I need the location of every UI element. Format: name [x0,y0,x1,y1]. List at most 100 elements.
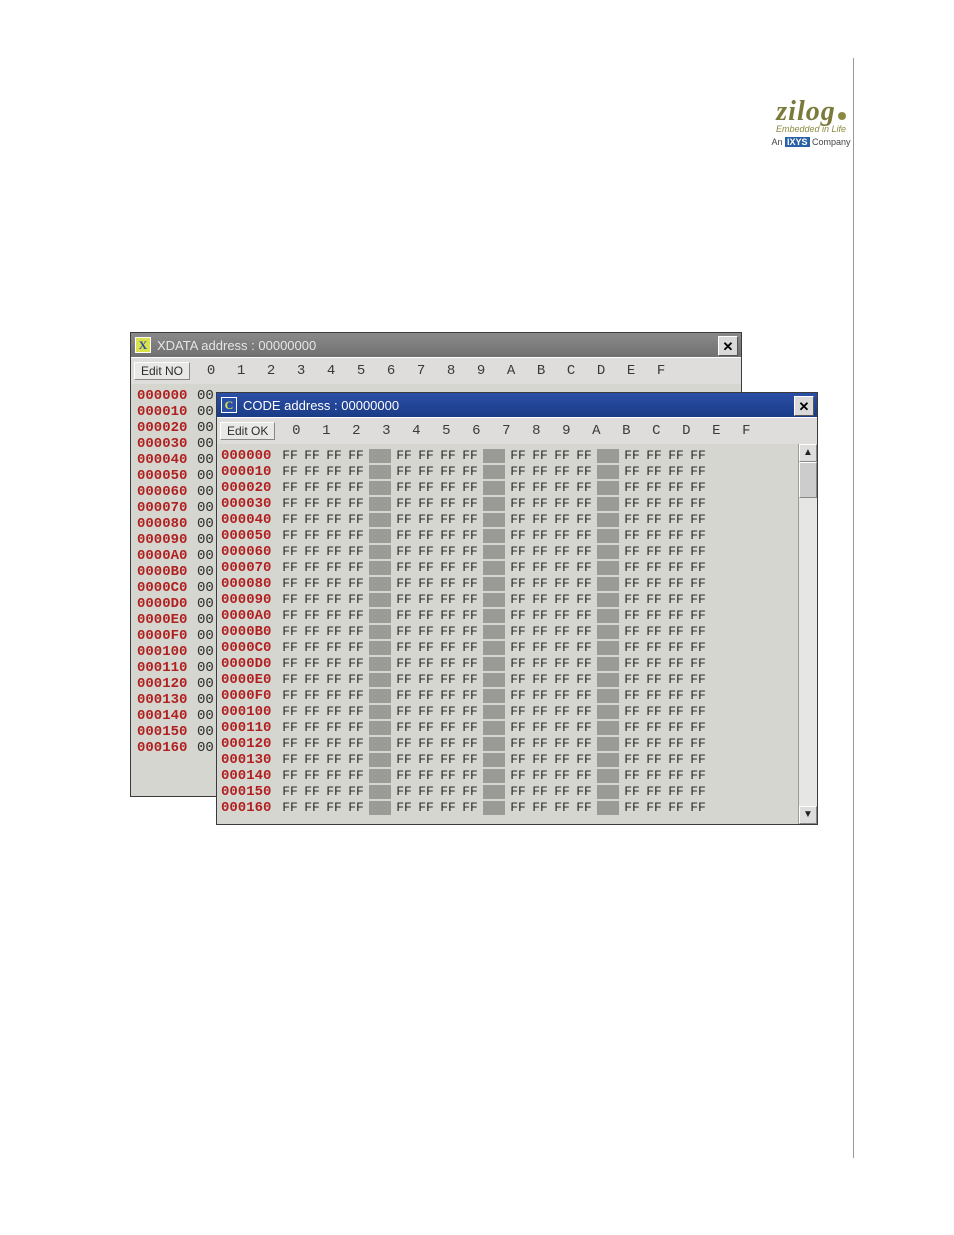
code-byte: FF [279,625,301,639]
group-separator [369,545,391,559]
code-row[interactable]: 000060FFFFFFFFFFFFFFFFFFFFFFFFFFFFFFFF [221,544,817,560]
code-byte: FF [529,753,551,767]
code-byte: FF [643,545,665,559]
code-byte: FF [529,609,551,623]
xdata-edit-button[interactable]: Edit NO [134,362,190,380]
code-row[interactable]: 0000F0FFFFFFFFFFFFFFFFFFFFFFFFFFFFFFFF [221,688,817,704]
group-separator [597,785,619,799]
code-byte: FF [437,737,459,751]
code-byte: FF [345,609,367,623]
code-row[interactable]: 000050FFFFFFFFFFFFFFFFFFFFFFFFFFFFFFFF [221,528,817,544]
code-row[interactable]: 0000A0FFFFFFFFFFFFFFFFFFFFFFFFFFFFFFFF [221,608,817,624]
code-byte: FF [393,593,415,607]
code-row[interactable]: 0000B0FFFFFFFFFFFFFFFFFFFFFFFFFFFFFFFF [221,624,817,640]
code-byte: FF [507,481,529,495]
group-separator [369,641,391,655]
group-separator [483,513,505,527]
code-row[interactable]: 000080FFFFFFFFFFFFFFFFFFFFFFFFFFFFFFFF [221,576,817,592]
code-row[interactable]: 000130FFFFFFFFFFFFFFFFFFFFFFFFFFFFFFFF [221,752,817,768]
code-byte: FF [621,465,643,479]
code-row[interactable]: 000090FFFFFFFFFFFFFFFFFFFFFFFFFFFFFFFF [221,592,817,608]
code-row[interactable]: 000160FFFFFFFFFFFFFFFFFFFFFFFFFFFFFFFF [221,800,817,816]
group-separator [597,769,619,783]
code-byte: FF [687,801,709,815]
code-byte: FF [643,785,665,799]
code-byte: FF [301,689,323,703]
code-byte: FF [551,529,573,543]
code-address: 0000B0 [221,625,279,639]
code-titlebar[interactable]: C CODE address : 00000000 ✕ [217,393,817,417]
code-row[interactable]: 000010FFFFFFFFFFFFFFFFFFFFFFFFFFFFFFFF [221,464,817,480]
code-scrollbar[interactable]: ▲ ▼ [798,444,817,824]
code-byte: FF [621,449,643,463]
code-byte: FF [687,449,709,463]
code-byte: FF [507,561,529,575]
xdata-titlebar[interactable]: X XDATA address : 00000000 ✕ [131,333,741,357]
code-byte: FF [459,545,481,559]
code-row[interactable]: 000030FFFFFFFFFFFFFFFFFFFFFFFFFFFFFFFF [221,496,817,512]
code-byte: FF [323,657,345,671]
code-close-button[interactable]: ✕ [794,396,814,416]
group-separator [369,721,391,735]
code-byte: FF [551,449,573,463]
code-byte: FF [621,609,643,623]
brand-subline: An IXYS Company [766,137,856,148]
code-row[interactable]: 000150FFFFFFFFFFFFFFFFFFFFFFFFFFFFFFFF [221,784,817,800]
code-address: 0000D0 [221,657,279,671]
code-row[interactable]: 000140FFFFFFFFFFFFFFFFFFFFFFFFFFFFFFFF [221,768,817,784]
code-byte: FF [643,753,665,767]
code-byte: FF [573,481,595,495]
scroll-down-button[interactable]: ▼ [799,806,817,824]
group-separator [483,449,505,463]
code-row[interactable]: 000100FFFFFFFFFFFFFFFFFFFFFFFFFFFFFFFF [221,704,817,720]
code-byte: FF [437,625,459,639]
code-byte: FF [301,705,323,719]
code-edit-button[interactable]: Edit OK [220,422,275,440]
group-separator [483,673,505,687]
xdata-address: 000070 [137,501,197,515]
group-separator [483,545,505,559]
code-byte: FF [573,561,595,575]
code-row[interactable]: 000070FFFFFFFFFFFFFFFFFFFFFFFFFFFFFFFF [221,560,817,576]
code-bytes: FFFFFFFFFFFFFFFFFFFFFFFFFFFFFFFF [279,513,709,527]
xdata-close-button[interactable]: ✕ [718,336,738,356]
code-byte: FF [573,609,595,623]
code-row[interactable]: 000020FFFFFFFFFFFFFFFFFFFFFFFFFFFFFFFF [221,480,817,496]
code-byte: FF [529,721,551,735]
code-byte: FF [643,593,665,607]
code-col-2: 2 [341,424,371,438]
code-byte: FF [529,529,551,543]
code-byte: FF [323,705,345,719]
group-separator [369,801,391,815]
code-byte: FF [551,785,573,799]
code-byte: FF [393,785,415,799]
code-byte: FF [415,625,437,639]
code-row[interactable]: 0000D0FFFFFFFFFFFFFFFFFFFFFFFFFFFFFFFF [221,656,817,672]
code-byte: FF [345,657,367,671]
code-bytes: FFFFFFFFFFFFFFFFFFFFFFFFFFFFFFFF [279,721,709,735]
code-byte: FF [621,577,643,591]
code-byte: FF [459,481,481,495]
scroll-up-button[interactable]: ▲ [799,444,817,462]
code-byte: FF [415,545,437,559]
code-byte: FF [529,577,551,591]
code-row[interactable]: 0000E0FFFFFFFFFFFFFFFFFFFFFFFFFFFFFFFF [221,672,817,688]
code-byte: FF [573,705,595,719]
code-row[interactable]: 000120FFFFFFFFFFFFFFFFFFFFFFFFFFFFFFFF [221,736,817,752]
code-row[interactable]: 000000FFFFFFFFFFFFFFFFFFFFFFFFFFFFFFFF [221,448,817,464]
code-byte: FF [687,561,709,575]
code-byte: FF [301,561,323,575]
group-separator [597,689,619,703]
code-row[interactable]: 0000C0FFFFFFFFFFFFFFFFFFFFFFFFFFFFFFFF [221,640,817,656]
xdata-address: 000050 [137,469,197,483]
code-row[interactable]: 000110FFFFFFFFFFFFFFFFFFFFFFFFFFFFFFFF [221,720,817,736]
code-bytes: FFFFFFFFFFFFFFFFFFFFFFFFFFFFFFFF [279,497,709,511]
code-byte: FF [551,641,573,655]
xdata-col-F: F [646,364,676,378]
code-row[interactable]: 000040FFFFFFFFFFFFFFFFFFFFFFFFFFFFFFFF [221,512,817,528]
xdata-address: 000130 [137,693,197,707]
scroll-thumb[interactable] [799,462,817,498]
group-separator [483,529,505,543]
code-byte: FF [415,465,437,479]
code-byte: FF [437,689,459,703]
